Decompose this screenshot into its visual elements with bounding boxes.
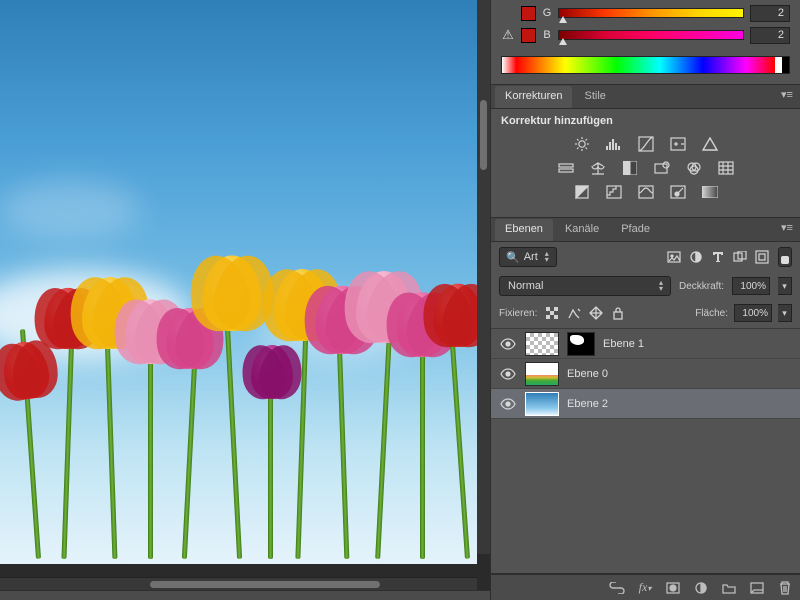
type-filter-icon[interactable] bbox=[708, 247, 728, 267]
color-channel-row-g: G 2 bbox=[501, 2, 790, 24]
lock-transparent-icon[interactable] bbox=[543, 304, 561, 322]
layer-row[interactable]: Ebene 0 bbox=[491, 359, 800, 389]
shape-filter-icon[interactable] bbox=[730, 247, 750, 267]
filter-label: Art bbox=[524, 251, 538, 263]
layer-name[interactable]: Ebene 2 bbox=[567, 398, 608, 410]
document-canvas bbox=[0, 0, 490, 600]
layer-name[interactable]: Ebene 1 bbox=[603, 338, 644, 350]
panel-menu-icon[interactable]: ▾≡ bbox=[778, 88, 796, 106]
channel-label: B bbox=[542, 29, 552, 41]
color-slider-b[interactable] bbox=[558, 30, 744, 40]
lock-image-icon[interactable] bbox=[565, 304, 583, 322]
new-adjustment-icon[interactable] bbox=[692, 579, 710, 597]
color-slider-g[interactable] bbox=[558, 8, 744, 18]
color-panel: G 2 ⚠ B 2 bbox=[491, 0, 800, 85]
layer-thumbnail[interactable] bbox=[525, 332, 559, 356]
fill-value[interactable]: 100% bbox=[734, 304, 772, 322]
lock-label: Fixieren: bbox=[499, 308, 537, 319]
gradient-map-icon[interactable] bbox=[700, 183, 720, 201]
brightness-contrast-icon[interactable] bbox=[572, 135, 592, 153]
fill-flyout[interactable]: ▾ bbox=[778, 304, 792, 322]
tab-ebenen[interactable]: Ebenen bbox=[495, 219, 553, 241]
lock-position-icon[interactable] bbox=[587, 304, 605, 322]
opacity-flyout[interactable]: ▾ bbox=[778, 277, 792, 295]
layer-filter-bar: 🔍 Art ▴▾ bbox=[491, 242, 800, 272]
lock-all-icon[interactable] bbox=[609, 304, 627, 322]
layers-panel: Ebenen Kanäle Pfade ▾≡ 🔍 Art ▴▾ Normal ▴… bbox=[491, 218, 800, 574]
search-icon: 🔍 bbox=[506, 251, 520, 264]
blend-mode-dropdown[interactable]: Normal ▴▾ bbox=[499, 276, 671, 296]
layer-filter-type[interactable]: 🔍 Art ▴▾ bbox=[499, 247, 557, 267]
tab-kanaele[interactable]: Kanäle bbox=[555, 219, 609, 241]
channel-label: G bbox=[542, 7, 552, 19]
color-swatch[interactable] bbox=[521, 6, 536, 21]
adjustments-title: Korrektur hinzufügen bbox=[501, 115, 790, 127]
color-value-b[interactable]: 2 bbox=[750, 27, 790, 44]
layer-thumbnail[interactable] bbox=[525, 362, 559, 386]
visibility-eye-icon[interactable] bbox=[499, 365, 517, 383]
layers-bottom-bar: fx▾ bbox=[491, 574, 800, 600]
smartobject-filter-icon[interactable] bbox=[752, 247, 772, 267]
visibility-eye-icon[interactable] bbox=[499, 395, 517, 413]
canvas-viewport[interactable] bbox=[0, 0, 490, 577]
layer-list[interactable]: Ebene 1 Ebene 0 Ebene 2 bbox=[491, 329, 800, 499]
panel-menu-icon[interactable]: ▾≡ bbox=[778, 221, 796, 239]
hue-sat-icon[interactable] bbox=[556, 159, 576, 177]
delete-layer-icon[interactable] bbox=[776, 579, 794, 597]
color-lookup-icon[interactable] bbox=[716, 159, 736, 177]
visibility-eye-icon[interactable] bbox=[499, 335, 517, 353]
color-channel-row-b: ⚠ B 2 bbox=[501, 24, 790, 46]
opacity-value[interactable]: 100% bbox=[732, 277, 770, 295]
bw-icon[interactable] bbox=[620, 159, 640, 177]
channel-mixer-icon[interactable] bbox=[684, 159, 704, 177]
gamut-warning-icon[interactable]: ⚠ bbox=[501, 27, 515, 43]
tab-pfade[interactable]: Pfade bbox=[611, 219, 660, 241]
adjustments-panel: Korrekturen Stile ▾≡ Korrektur hinzufüge… bbox=[491, 85, 800, 218]
layer-mask-icon[interactable] bbox=[664, 579, 682, 597]
color-balance-icon[interactable] bbox=[588, 159, 608, 177]
tab-korrekturen[interactable]: Korrekturen bbox=[495, 86, 572, 108]
link-layers-icon[interactable] bbox=[608, 579, 626, 597]
tulip-row bbox=[0, 279, 464, 559]
vibrance-icon[interactable] bbox=[700, 135, 720, 153]
layer-name[interactable]: Ebene 0 bbox=[567, 368, 608, 380]
color-spectrum[interactable] bbox=[501, 56, 790, 74]
fill-label: Fläche: bbox=[695, 308, 728, 319]
canvas-image bbox=[0, 0, 477, 564]
color-value-g[interactable]: 2 bbox=[750, 5, 790, 22]
layer-mask-thumbnail[interactable] bbox=[567, 332, 595, 356]
new-group-icon[interactable] bbox=[720, 579, 738, 597]
new-layer-icon[interactable] bbox=[748, 579, 766, 597]
pixel-filter-icon[interactable] bbox=[664, 247, 684, 267]
curves-icon[interactable] bbox=[636, 135, 656, 153]
posterize-icon[interactable] bbox=[604, 183, 624, 201]
color-swatch[interactable] bbox=[521, 28, 536, 43]
layer-row[interactable]: Ebene 2 bbox=[491, 389, 800, 419]
canvas-status-bar bbox=[0, 590, 490, 600]
threshold-icon[interactable] bbox=[636, 183, 656, 201]
selective-color-icon[interactable] bbox=[668, 183, 688, 201]
tab-stile[interactable]: Stile bbox=[574, 86, 615, 108]
photo-filter-icon[interactable] bbox=[652, 159, 672, 177]
filter-toggle[interactable] bbox=[778, 247, 792, 267]
canvas-vertical-scrollbar[interactable] bbox=[477, 0, 490, 554]
layer-thumbnail[interactable] bbox=[525, 392, 559, 416]
levels-icon[interactable] bbox=[604, 135, 624, 153]
layer-style-icon[interactable]: fx▾ bbox=[636, 579, 654, 597]
canvas-horizontal-scrollbar[interactable] bbox=[0, 577, 477, 590]
opacity-label: Deckkraft: bbox=[679, 281, 724, 292]
layer-row[interactable]: Ebene 1 bbox=[491, 329, 800, 359]
exposure-icon[interactable] bbox=[668, 135, 688, 153]
adjustment-filter-icon[interactable] bbox=[686, 247, 706, 267]
invert-icon[interactable] bbox=[572, 183, 592, 201]
